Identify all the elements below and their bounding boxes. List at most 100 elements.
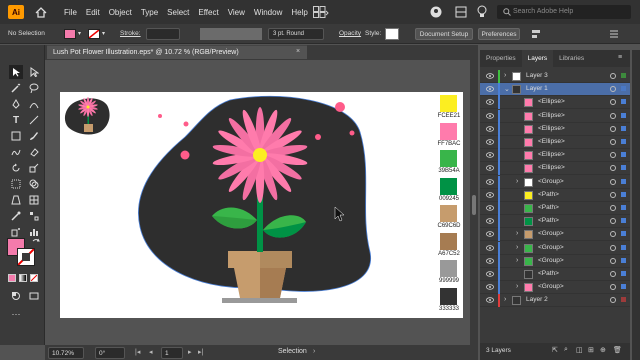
selection-indicator[interactable] bbox=[621, 191, 626, 197]
visibility-eye-icon[interactable] bbox=[486, 244, 494, 251]
lightbulb-icon[interactable] bbox=[477, 5, 487, 20]
visibility-eye-icon[interactable] bbox=[486, 271, 494, 277]
eraser-tool-icon[interactable] bbox=[27, 145, 41, 159]
type-tool-icon[interactable]: T bbox=[9, 113, 23, 127]
panel-menu-icon[interactable]: ≡ bbox=[618, 54, 622, 61]
color-swatch[interactable] bbox=[440, 150, 457, 167]
shape-builder-tool-icon[interactable] bbox=[27, 177, 41, 191]
edit-toolbar-icon[interactable]: ··· bbox=[9, 307, 23, 321]
symbol-sprayer-tool-icon[interactable] bbox=[9, 225, 23, 239]
rotate-tool-icon[interactable] bbox=[9, 161, 23, 175]
selection-indicator[interactable] bbox=[621, 218, 626, 224]
layer-row[interactable]: <Ellipse> bbox=[480, 96, 630, 110]
menu-icon[interactable] bbox=[609, 29, 619, 41]
artboard[interactable]: FCEE21 FF7BAC 39B54A 009245 C69C6D A67C52 9999… bbox=[60, 92, 463, 318]
expand-arrow-icon[interactable]: › bbox=[504, 296, 506, 303]
visibility-eye-icon[interactable] bbox=[486, 205, 494, 211]
layer-name[interactable]: Layer 3 bbox=[526, 72, 548, 79]
selection-indicator[interactable] bbox=[621, 231, 626, 237]
pink-dot[interactable] bbox=[180, 150, 190, 160]
visibility-eye-icon[interactable] bbox=[486, 297, 494, 304]
chevron-right-icon[interactable]: › bbox=[313, 348, 315, 355]
vertical-scrollbar[interactable] bbox=[470, 60, 478, 345]
expand-arrow-icon[interactable]: ⌄ bbox=[504, 85, 510, 93]
menu-type[interactable]: Type bbox=[141, 8, 158, 17]
layer-name[interactable]: <Path> bbox=[538, 204, 559, 211]
target-circle-icon[interactable] bbox=[610, 86, 616, 93]
layer-row[interactable]: › <Group> bbox=[480, 175, 630, 189]
pink-dot[interactable] bbox=[349, 130, 355, 136]
target-circle-icon[interactable] bbox=[610, 125, 616, 132]
menu-window[interactable]: Window bbox=[254, 8, 282, 17]
free-transform-tool-icon[interactable] bbox=[9, 177, 23, 191]
layer-name[interactable]: <Path> bbox=[538, 217, 559, 224]
chevron-down-icon[interactable]: ▾ bbox=[78, 30, 81, 37]
selection-indicator[interactable] bbox=[621, 86, 626, 92]
visibility-eye-icon[interactable] bbox=[486, 165, 494, 172]
layer-name[interactable]: Layer 1 bbox=[526, 85, 548, 92]
layer-name[interactable]: <Ellipse> bbox=[538, 98, 565, 105]
graph-tool-icon[interactable] bbox=[27, 225, 41, 239]
scale-tool-icon[interactable] bbox=[27, 161, 41, 175]
variable-width-profile[interactable] bbox=[200, 28, 262, 40]
target-circle-icon[interactable] bbox=[610, 297, 616, 304]
target-circle-icon[interactable] bbox=[610, 178, 616, 185]
draw-mode-icon[interactable] bbox=[9, 289, 23, 303]
rotation-dropdown[interactable]: 0° bbox=[95, 347, 125, 359]
expand-arrow-icon[interactable]: › bbox=[516, 257, 518, 264]
mesh-tool-icon[interactable] bbox=[27, 193, 41, 207]
pink-dot[interactable] bbox=[335, 102, 345, 112]
shaper-tool-icon[interactable] bbox=[9, 145, 23, 159]
layer-name[interactable]: <Ellipse> bbox=[538, 125, 565, 132]
opacity-label[interactable]: Opacity bbox=[339, 30, 361, 37]
layer-name[interactable]: <Group> bbox=[538, 244, 564, 251]
zoom-dropdown[interactable]: 10.72% bbox=[48, 347, 84, 359]
last-artboard-icon[interactable]: ▸| bbox=[198, 348, 203, 356]
none-mode-icon[interactable] bbox=[30, 274, 38, 282]
layer-name[interactable]: <Group> bbox=[538, 283, 564, 290]
target-circle-icon[interactable] bbox=[610, 271, 616, 277]
layer-name[interactable]: <Group> bbox=[538, 230, 564, 237]
layer-row[interactable]: <Ellipse> bbox=[480, 136, 630, 149]
layer-row[interactable]: <Path> bbox=[480, 188, 630, 202]
locate-object-icon[interactable]: ⌕ bbox=[564, 346, 568, 354]
selection-indicator[interactable] bbox=[621, 165, 626, 171]
layer-row[interactable]: <Ellipse> bbox=[480, 109, 630, 123]
visibility-eye-icon[interactable] bbox=[486, 152, 494, 158]
layer-name[interactable]: <Ellipse> bbox=[538, 151, 565, 158]
fill-color-swatch[interactable] bbox=[64, 29, 76, 39]
target-circle-icon[interactable] bbox=[610, 218, 616, 225]
thumbnail-center[interactable] bbox=[86, 105, 90, 109]
graphic-style-swatch[interactable] bbox=[385, 28, 399, 40]
screen-mode-icon[interactable] bbox=[27, 289, 41, 303]
clipping-mask-icon[interactable]: ◫ bbox=[576, 346, 583, 354]
rectangle-tool-icon[interactable] bbox=[9, 129, 23, 143]
color-swatch[interactable] bbox=[440, 177, 457, 195]
stroke-swatch[interactable] bbox=[17, 248, 35, 266]
color-swatch[interactable] bbox=[440, 287, 457, 305]
selection-indicator[interactable] bbox=[621, 271, 626, 276]
selection-indicator[interactable] bbox=[621, 139, 626, 144]
visibility-eye-icon[interactable] bbox=[486, 99, 494, 106]
layer-name[interactable]: <Path> bbox=[538, 270, 559, 277]
next-artboard-icon[interactable]: ▸ bbox=[188, 348, 192, 356]
pink-dot[interactable] bbox=[158, 114, 162, 118]
color-swatch[interactable] bbox=[440, 260, 457, 277]
menu-effect[interactable]: Effect bbox=[198, 8, 218, 17]
target-circle-icon[interactable] bbox=[610, 205, 616, 211]
menu-edit[interactable]: Edit bbox=[86, 8, 100, 17]
menu-help[interactable]: Help bbox=[291, 8, 307, 17]
flower-center[interactable] bbox=[253, 148, 267, 162]
new-sublayer-icon[interactable]: ⊞ bbox=[588, 346, 594, 354]
blend-tool-icon[interactable] bbox=[27, 209, 41, 223]
layer-name[interactable]: <Ellipse> bbox=[538, 138, 565, 145]
brush-definition-dropdown[interactable]: 3 pt. Round bbox=[268, 28, 324, 40]
paintbrush-tool-icon[interactable] bbox=[27, 129, 41, 143]
target-circle-icon[interactable] bbox=[610, 165, 616, 172]
lasso-tool-icon[interactable] bbox=[27, 81, 41, 95]
target-circle-icon[interactable] bbox=[610, 244, 616, 251]
direct-selection-tool-icon[interactable] bbox=[27, 65, 41, 79]
selection-indicator[interactable] bbox=[621, 125, 626, 131]
selection-indicator[interactable] bbox=[621, 284, 626, 290]
layer-row[interactable]: › <Group> bbox=[480, 281, 630, 295]
